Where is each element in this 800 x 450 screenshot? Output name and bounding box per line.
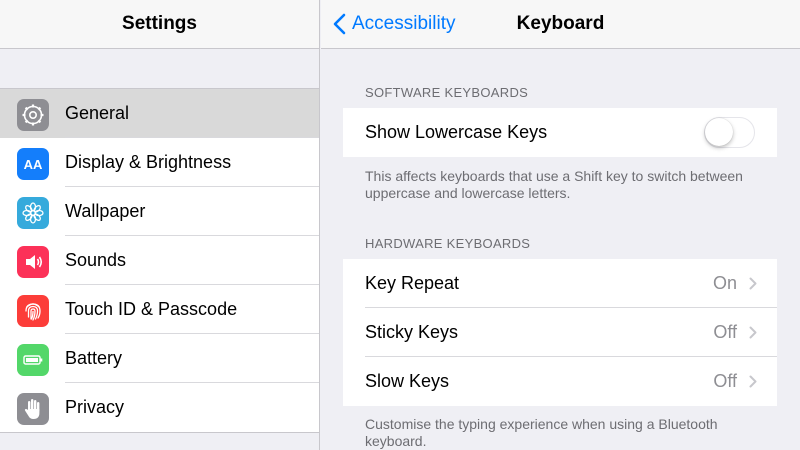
row-label: Slow Keys xyxy=(365,371,450,391)
sidebar-item-sounds[interactable]: Sounds xyxy=(0,236,319,285)
row-label: Show Lowercase Keys xyxy=(365,122,548,142)
row-value: Off xyxy=(713,371,737,391)
show-lowercase-keys-toggle[interactable] xyxy=(704,117,755,148)
sidebar-item-display-brightness[interactable]: AA Display & Brightness xyxy=(0,138,319,187)
keyboard-settings-pane: Accessibility Keyboard SOFTWARE KEYBOARD… xyxy=(321,0,800,450)
sidebar-item-label: Sounds xyxy=(65,250,127,270)
row-label: Sticky Keys xyxy=(365,322,459,342)
sticky-keys-row[interactable]: Sticky Keys Off xyxy=(343,308,777,357)
row-value: Off xyxy=(713,322,737,342)
section-header-hardware-keyboards: HARDWARE KEYBOARDS xyxy=(365,236,531,251)
flower-icon xyxy=(17,197,49,229)
settings-list: General AA Display & Brightness Wallpape… xyxy=(0,88,319,433)
slow-keys-row[interactable]: Slow Keys Off xyxy=(343,357,777,406)
toggle-knob xyxy=(705,118,733,146)
sidebar-item-general[interactable]: General xyxy=(0,89,319,138)
sidebar-item-touch-id-passcode[interactable]: Touch ID & Passcode xyxy=(0,285,319,334)
key-repeat-row[interactable]: Key Repeat On xyxy=(343,259,777,308)
software-keyboards-group: Show Lowercase Keys xyxy=(343,108,777,157)
chevron-left-icon xyxy=(333,13,346,35)
chevron-right-icon xyxy=(749,375,757,388)
row-label: Key Repeat xyxy=(365,273,460,293)
sidebar-item-label: Display & Brightness xyxy=(65,152,232,172)
row-value: On xyxy=(712,273,737,293)
fingerprint-icon xyxy=(17,295,49,327)
sidebar-item-label: Touch ID & Passcode xyxy=(65,299,238,319)
settings-sidebar: Settings General AA Display & Brightness… xyxy=(0,0,320,450)
hardware-keyboards-footer: Customise the typing experience when usi… xyxy=(365,416,718,449)
hand-icon xyxy=(17,393,49,425)
text-size-icon-glyph: AA xyxy=(23,156,43,172)
chevron-right-icon xyxy=(749,326,757,339)
speaker-icon xyxy=(17,246,49,278)
hardware-keyboards-group: Key Repeat On Sticky Keys Off Slow Keys … xyxy=(343,259,777,406)
software-keyboards-footer: This affects keyboards that use a Shift … xyxy=(365,168,743,201)
gear-icon xyxy=(17,99,49,131)
sidebar-item-label: Wallpaper xyxy=(65,201,146,221)
sidebar-item-label: Battery xyxy=(65,348,123,368)
sidebar-title: Settings xyxy=(0,0,319,49)
sidebar-item-wallpaper[interactable]: Wallpaper xyxy=(0,187,319,236)
navigation-bar: Accessibility Keyboard xyxy=(321,0,800,49)
battery-icon xyxy=(17,344,49,376)
text-size-icon: AA xyxy=(17,148,49,180)
back-button[interactable]: Accessibility xyxy=(333,0,455,48)
sidebar-item-label: General xyxy=(65,103,130,123)
chevron-right-icon xyxy=(749,277,757,290)
section-header-software-keyboards: SOFTWARE KEYBOARDS xyxy=(365,85,529,100)
sidebar-item-label: Privacy xyxy=(65,397,125,417)
sidebar-item-privacy[interactable]: Privacy xyxy=(0,383,319,432)
sidebar-item-battery[interactable]: Battery xyxy=(0,334,319,383)
back-button-label: Accessibility xyxy=(352,13,456,34)
show-lowercase-keys-row: Show Lowercase Keys xyxy=(343,108,777,157)
